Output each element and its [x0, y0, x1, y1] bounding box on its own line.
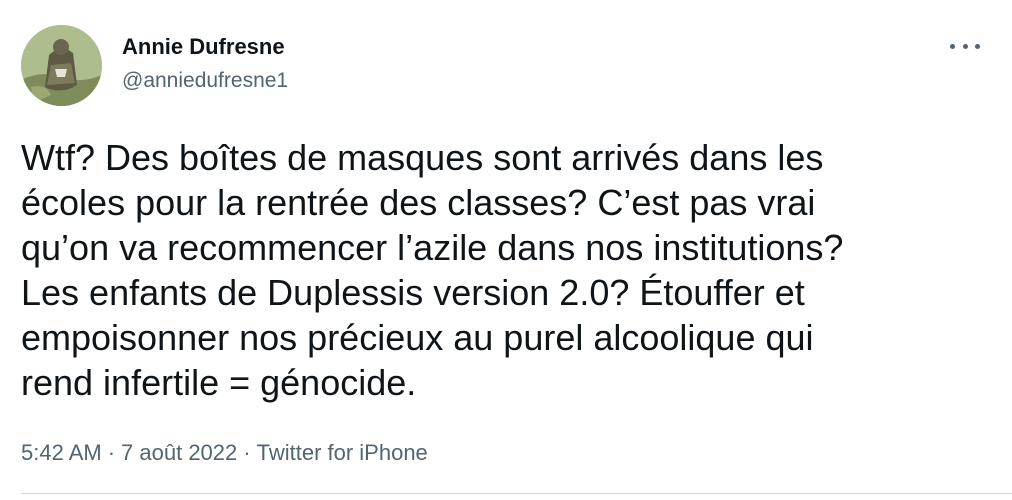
tweet-time[interactable]: 5:42 AM: [21, 440, 102, 465]
more-dot: [975, 43, 980, 49]
meta-separator: ·: [243, 440, 251, 465]
tweet-meta: 5:42 AM · 7 août 2022 · Twitter for iPhone: [21, 438, 428, 468]
tweet-date[interactable]: 7 août 2022: [121, 440, 237, 465]
meta-separator: ·: [107, 440, 116, 465]
more-dot: [950, 43, 955, 49]
avatar[interactable]: [21, 25, 102, 106]
tweet-source[interactable]: Twitter for iPhone: [257, 440, 428, 465]
divider: [21, 493, 1012, 494]
author-handle[interactable]: @anniedufresne1: [122, 67, 288, 95]
tweet: Annie Dufresne @anniedufresne1 Wtf? Des …: [0, 0, 1012, 500]
more-dot: [962, 43, 968, 49]
author-display-name[interactable]: Annie Dufresne: [122, 33, 285, 61]
tweet-text: Wtf? Des boîtes de masques sont arrivés …: [21, 137, 844, 403]
more-options-icon[interactable]: [950, 34, 980, 58]
avatar-image: [21, 25, 102, 106]
